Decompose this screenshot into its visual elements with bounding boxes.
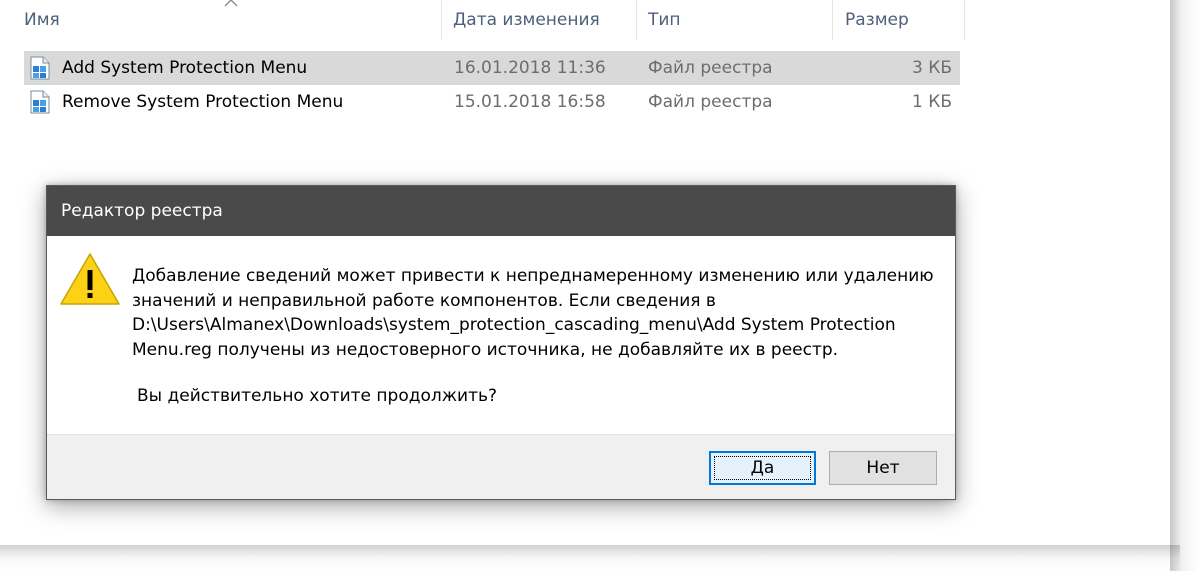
window-shadow — [0, 545, 1180, 571]
dialog-button-bar: Да Нет — [47, 434, 955, 499]
column-header-type[interactable]: Тип — [648, 0, 681, 40]
file-date: 16.01.2018 11:36 — [454, 58, 606, 78]
yes-button[interactable]: Да — [709, 451, 816, 485]
yes-button-label: Да — [750, 458, 775, 478]
file-row[interactable]: Add System Protection Menu 16.01.2018 11… — [24, 51, 960, 85]
column-divider[interactable] — [832, 0, 833, 40]
warning-icon — [60, 253, 120, 305]
no-button-label: Нет — [866, 458, 900, 478]
dialog-title: Редактор реестра — [61, 201, 223, 221]
message-line: значений и неправильной работе компонент… — [132, 290, 716, 311]
dialog-question: Вы действительно хотите продолжить? — [137, 386, 498, 406]
no-button[interactable]: Нет — [829, 451, 937, 485]
registry-editor-dialog: Редактор реестра Добавление сведений мож… — [46, 185, 956, 500]
message-line: Добавление сведений может привести к неп… — [132, 266, 934, 286]
sort-ascending-icon — [224, 0, 238, 7]
window-shadow — [1170, 0, 1200, 571]
dialog-message: Добавление сведений может привести к неп… — [132, 264, 942, 362]
file-type: Файл реестра — [648, 58, 773, 78]
file-row[interactable]: Remove System Protection Menu 15.01.2018… — [24, 85, 960, 119]
file-type: Файл реестра — [648, 92, 773, 112]
column-header-date[interactable]: Дата изменения — [453, 0, 600, 40]
column-header-name[interactable]: Имя — [24, 0, 60, 40]
registry-file-icon — [30, 90, 50, 114]
column-divider[interactable] — [964, 0, 965, 40]
message-line: Menu.reg получены из недостоверного исто… — [132, 339, 839, 360]
file-name: Add System Protection Menu — [62, 58, 308, 78]
column-divider[interactable] — [636, 0, 637, 40]
file-size: 3 КБ — [912, 58, 952, 78]
file-date: 15.01.2018 16:58 — [454, 92, 606, 112]
column-header-size[interactable]: Размер — [845, 0, 909, 40]
column-divider[interactable] — [441, 0, 442, 40]
dialog-titlebar[interactable]: Редактор реестра — [47, 186, 955, 236]
message-line: D:\Users\Almanex\Downloads\system_protec… — [132, 315, 896, 335]
registry-file-icon — [30, 56, 50, 80]
file-name: Remove System Protection Menu — [62, 92, 344, 112]
file-size: 1 КБ — [912, 92, 952, 112]
